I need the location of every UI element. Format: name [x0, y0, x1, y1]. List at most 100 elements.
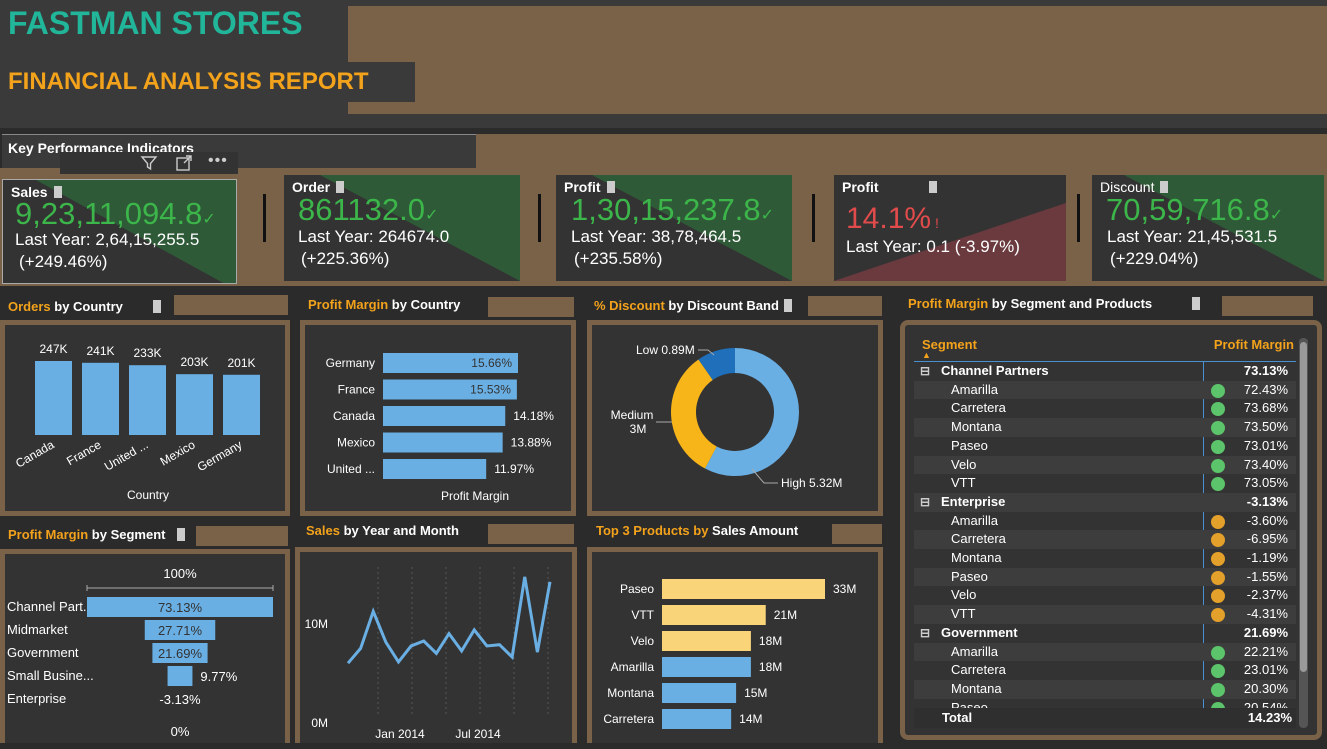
row-value: 72.43% — [1243, 381, 1288, 397]
matrix-total-row: Total 14.23% — [914, 708, 1296, 728]
bar-united ... — [129, 365, 166, 435]
axis-bottom-label: 0% — [171, 724, 190, 739]
row-value: 21.69% — [1243, 624, 1288, 640]
bar-carretera — [662, 709, 732, 729]
collapse-icon[interactable]: ⊟ — [920, 493, 930, 512]
status-indicator-icon — [1211, 682, 1225, 697]
bar-4 — [383, 459, 487, 479]
product-row[interactable]: VTT 73.05% — [914, 474, 1296, 493]
data-label: 9.77% — [200, 669, 237, 684]
check-icon: ✓ — [1269, 207, 1284, 224]
data-label: 13.88% — [511, 436, 552, 450]
top3-chart: Paseo 33M VTT 21M Velo 18M Amarilla 18M Montana 1… — [603, 579, 856, 729]
orders-country-title: Orders by Country — [2, 296, 174, 316]
product-row[interactable]: Amarilla 22.21% — [914, 642, 1296, 662]
kpi-last-year: Last Year: 2,64,15,255.5 — [15, 230, 200, 249]
row-label: Enterprise — [941, 493, 1006, 509]
expand-icon[interactable] — [175, 154, 193, 177]
product-row[interactable]: Montana 20.30% — [914, 679, 1296, 699]
row-label: Paseo — [951, 699, 988, 708]
data-label: 21M — [774, 608, 797, 622]
matrix-scrollbar[interactable] — [1299, 338, 1308, 728]
more-options-icon[interactable]: ••• — [208, 152, 228, 170]
kpi-card-sales[interactable]: Sales 9,23,11,094.8✓ Last Year: 2,64,15,… — [2, 179, 237, 284]
product-row[interactable]: Carretera 23.01% — [914, 661, 1296, 680]
sort-arrow-icon: ▲ — [922, 350, 931, 360]
collapse-icon[interactable]: ⊟ — [920, 624, 930, 643]
panel-header-bar — [1222, 296, 1313, 316]
product-row[interactable]: Montana 73.50% — [914, 418, 1296, 437]
collapse-icon[interactable]: ⊟ — [920, 362, 930, 381]
product-row[interactable]: Amarilla -3.60% — [914, 512, 1296, 531]
row-value: -1.19% — [1246, 550, 1288, 565]
bar-amarilla — [662, 657, 751, 677]
row-value: 20.30% — [1243, 680, 1288, 696]
sales-line — [346, 576, 552, 665]
kpi-value: 9,23,11,094.8✓ — [15, 196, 216, 231]
segment-row[interactable]: ⊟ Enterprise -3.13% — [914, 492, 1296, 512]
row-value: -3.60% — [1246, 512, 1288, 528]
product-row[interactable]: Carretera 73.68% — [914, 399, 1296, 418]
row-value: 73.68% — [1243, 400, 1288, 416]
top3-panel: Paseo 33M VTT 21M Velo 18M Amarilla 18M Montana 1… — [587, 547, 883, 743]
product-row[interactable]: Amarilla 72.43% — [914, 380, 1296, 400]
row-value: 73.01% — [1243, 437, 1288, 453]
product-row[interactable]: Velo -2.37% — [914, 586, 1296, 605]
divider — [1077, 194, 1080, 242]
orders-country-panel: 247K Canada 241K France 233K United ... 203K Me… — [0, 320, 290, 516]
kpi-change: (+235.58%) — [574, 249, 663, 268]
product-row[interactable]: Paseo 73.01% — [914, 437, 1296, 456]
profit-margin-column-header[interactable]: Profit Margin — [1214, 337, 1294, 352]
row-label: Amarilla — [951, 643, 998, 659]
bar-montana — [662, 683, 737, 703]
row-label: Carretera — [951, 400, 1006, 416]
tick-label: France — [338, 383, 376, 397]
pm-segment-chart: 100% Channel Part... 73.13% Midmarket 27.71%… — [7, 566, 274, 739]
pm-country-panel: Germany 15.66% France 15.53% Canada 14.18% Mex… — [300, 320, 576, 516]
bar-3 — [383, 432, 503, 453]
status-indicator-icon — [1211, 383, 1225, 398]
row-value: -2.37% — [1246, 587, 1288, 603]
product-row[interactable]: VTT -4.31% — [914, 605, 1296, 624]
status-indicator-icon — [1211, 533, 1225, 548]
bar-3 — [167, 666, 193, 686]
product-row[interactable]: Velo 73.40% — [914, 455, 1296, 475]
row-label: VTT — [951, 475, 976, 491]
kpi-last-year: Last Year: 264674.0 — [298, 227, 450, 246]
kpi-change: (+229.04%) — [1110, 249, 1199, 268]
bar-velo — [662, 631, 751, 651]
filter-icon[interactable] — [140, 154, 158, 177]
row-value: -4.31% — [1246, 606, 1288, 622]
data-label: 203K — [180, 355, 208, 369]
tick-label: Paseo — [620, 582, 654, 596]
sales-year-month-title: Sales by Year and Month — [306, 523, 459, 538]
product-row[interactable]: Carretera -6.95% — [914, 530, 1296, 549]
status-indicator-icon — [1211, 514, 1225, 529]
row-value: 73.40% — [1243, 456, 1288, 472]
pm-segment-products-title: Profit Margin by Segment and Products — [902, 296, 1201, 311]
data-label: 247K — [39, 342, 67, 356]
panel-header-bar — [174, 295, 288, 315]
kpi-card-profit-margin[interactable]: Profit 14.1% ! Last Year: 0.1 (-3.97%) — [834, 175, 1066, 281]
segment-row[interactable]: ⊟ Channel Partners 73.13% — [914, 362, 1296, 381]
kpi-card-discount[interactable]: Discount 70,59,716.8✓ Last Year: 21,45,5… — [1092, 175, 1324, 281]
product-row[interactable]: Montana -1.19% — [914, 549, 1296, 568]
kpi-change: (+249.46%) — [19, 252, 108, 271]
tick-label: Amarilla — [611, 660, 655, 674]
segment-row[interactable]: ⊟ Government 21.69% — [914, 624, 1296, 643]
x-axis-label: Country — [127, 488, 169, 502]
scrollbar-thumb[interactable] — [1300, 342, 1307, 672]
row-label: Paseo — [951, 568, 988, 584]
discount-band-title: % Discount by Discount Band — [588, 298, 792, 313]
kpi-card-profit[interactable]: Profit 1,30,15,237.8✓ Last Year: 38,78,4… — [556, 175, 792, 281]
panel-header-bar — [488, 524, 574, 544]
kpi-card-order[interactable]: Order 861132.0✓ Last Year: 264674.0 (+22… — [284, 175, 520, 281]
visual-header: ••• — [60, 152, 238, 174]
tick-label: Government — [7, 645, 79, 660]
row-label: Paseo — [951, 437, 988, 453]
product-row[interactable]: Paseo -1.55% — [914, 567, 1296, 587]
check-icon: ✓ — [760, 207, 775, 224]
kpi-header-band — [476, 134, 1327, 168]
product-row[interactable]: Paseo 20.54% — [914, 699, 1296, 708]
status-indicator-icon — [1211, 421, 1225, 436]
